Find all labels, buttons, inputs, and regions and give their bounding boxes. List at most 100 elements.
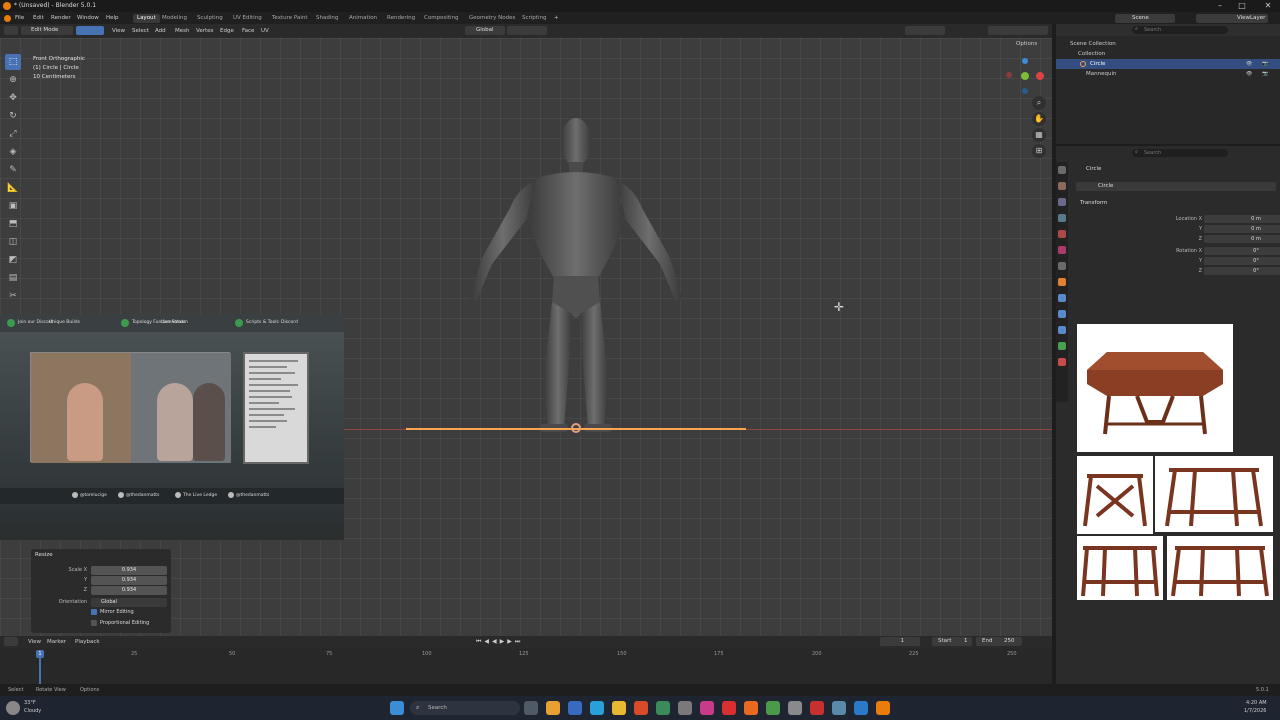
workspace-tab-layout[interactable]: Layout: [133, 14, 160, 23]
timeline-editor-type-icon[interactable]: [4, 637, 18, 646]
workspace-tab-rendering[interactable]: Rendering: [383, 14, 419, 23]
workspace-tab-scripting[interactable]: Scripting: [518, 14, 550, 23]
transform-orientation-dropdown[interactable]: Global: [465, 26, 505, 35]
knife-tool-icon[interactable]: ✂: [5, 288, 21, 304]
extrude-tool-icon[interactable]: ⬒: [5, 216, 21, 232]
app-icon[interactable]: [788, 701, 802, 715]
outliner-row-mannequin[interactable]: Mannequin 👁 📷: [1056, 69, 1280, 79]
location-x-field[interactable]: 0 m: [1204, 215, 1280, 223]
face-menu[interactable]: Face: [242, 28, 254, 34]
clock-time[interactable]: 4:20 AM: [1246, 700, 1267, 706]
workspace-tab-modeling[interactable]: Modeling: [158, 14, 191, 23]
select-mode-buttons[interactable]: [76, 26, 104, 35]
view-menu[interactable]: View: [112, 28, 125, 34]
file-explorer-icon[interactable]: [612, 701, 626, 715]
app-icon[interactable]: [590, 701, 604, 715]
app-icon[interactable]: [634, 701, 648, 715]
workspace-tab-geometry-nodes[interactable]: Geometry Nodes: [465, 14, 519, 23]
cursor-tool-icon[interactable]: ⊕: [5, 72, 21, 88]
rotation-x-field[interactable]: 0°: [1204, 247, 1280, 255]
task-view-icon[interactable]: [524, 701, 538, 715]
minimize-icon[interactable]: –: [1210, 0, 1230, 12]
tool-tab-icon[interactable]: [1058, 166, 1066, 174]
steam-icon[interactable]: [854, 701, 868, 715]
timeline-view-menu[interactable]: View: [28, 639, 41, 645]
outliner-row-scene-collection[interactable]: Scene Collection: [1056, 39, 1280, 49]
render-tab-icon[interactable]: [1058, 182, 1066, 190]
close-icon[interactable]: ✕: [1258, 0, 1278, 12]
menu-window[interactable]: Window: [77, 15, 99, 21]
workspace-tab-animation[interactable]: Animation: [345, 14, 381, 23]
app-icon[interactable]: [656, 701, 670, 715]
select-menu[interactable]: Select: [132, 28, 149, 34]
mannequin-mesh[interactable]: [440, 108, 712, 438]
menu-edit[interactable]: Edit: [33, 15, 44, 21]
navigation-gizmo[interactable]: [1004, 56, 1046, 98]
add-cube-tool-icon[interactable]: ▣: [5, 198, 21, 214]
transform-section-header[interactable]: Transform: [1080, 200, 1107, 206]
edge-menu[interactable]: Edge: [220, 28, 234, 34]
rotate-tool-icon[interactable]: ↻: [5, 108, 21, 124]
uv-menu[interactable]: UV: [261, 28, 269, 34]
render-camera-icon[interactable]: 📷: [1262, 71, 1268, 77]
view-layer-tab-icon[interactable]: [1058, 214, 1066, 222]
menu-file[interactable]: File: [15, 15, 24, 21]
app-icon[interactable]: [832, 701, 846, 715]
workspace-tab-texture-paint[interactable]: Texture Paint: [268, 14, 312, 23]
brave-icon[interactable]: [744, 701, 758, 715]
outliner-row-circle[interactable]: Circle 👁 📷: [1056, 59, 1280, 69]
object-origin-icon[interactable]: [571, 423, 581, 433]
properties-search-input[interactable]: ⌕ Search: [1132, 149, 1228, 157]
outliner-search-input[interactable]: ⌕ Search: [1132, 26, 1228, 34]
end-frame-field[interactable]: End 250: [976, 637, 1022, 646]
taskbar-search[interactable]: ⌕ Search: [410, 701, 520, 715]
vertex-menu[interactable]: Vertex: [196, 28, 214, 34]
scale-tool-icon[interactable]: ⤢: [5, 126, 21, 142]
scale-x-field[interactable]: 0.934: [91, 566, 167, 575]
x-axis-icon[interactable]: [1036, 72, 1044, 80]
current-frame-field[interactable]: 1: [880, 637, 920, 646]
editor-type-icon[interactable]: [4, 26, 18, 35]
windows-start-icon[interactable]: [390, 701, 404, 715]
timeline-area[interactable]: 25 50 75 100 125 150 175 200 225 250 1: [0, 648, 1052, 684]
transform-tool-icon[interactable]: ◈: [5, 144, 21, 160]
playback-controls[interactable]: ⏮◀◀▶▶⏭: [476, 638, 560, 646]
mirror-editing-checkbox[interactable]: Mirror Editing: [91, 609, 134, 615]
rotation-y-field[interactable]: 0°: [1204, 257, 1280, 265]
opera-icon[interactable]: [722, 701, 736, 715]
zoom-icon[interactable]: ⌕: [1032, 96, 1046, 110]
timeline-playback-menu[interactable]: Playback: [75, 639, 100, 645]
select-box-tool-icon[interactable]: ⬚: [5, 54, 21, 70]
physics-tab-icon[interactable]: [1058, 326, 1066, 334]
neg-z-axis-icon[interactable]: [1022, 88, 1028, 94]
measure-tool-icon[interactable]: 📐: [5, 180, 21, 196]
material-tab-icon[interactable]: [1058, 358, 1066, 366]
app-icon[interactable]: [700, 701, 714, 715]
collection-tab-icon[interactable]: [1058, 262, 1066, 270]
weather-icon[interactable]: [6, 701, 20, 715]
operator-title[interactable]: Resize: [35, 552, 53, 558]
app-icon[interactable]: [546, 701, 560, 715]
menu-help[interactable]: Help: [106, 15, 119, 21]
blender-taskbar-icon[interactable]: [876, 701, 890, 715]
mirror-axis-buttons[interactable]: [966, 40, 1012, 48]
add-menu[interactable]: Add: [155, 28, 166, 34]
scale-z-field[interactable]: 0.934: [91, 586, 167, 595]
add-workspace-button[interactable]: +: [554, 15, 559, 21]
mode-selector[interactable]: Edit Mode: [21, 26, 73, 35]
annotate-tool-icon[interactable]: ✎: [5, 162, 21, 178]
bevel-tool-icon[interactable]: ◩: [5, 252, 21, 268]
app-icon[interactable]: [568, 701, 582, 715]
particles-tab-icon[interactable]: [1058, 310, 1066, 318]
overlay-controls[interactable]: [905, 26, 945, 35]
workspace-tab-compositing[interactable]: Compositing: [420, 14, 462, 23]
timeline-marker-menu[interactable]: Marker: [47, 639, 66, 645]
modifier-tab-icon[interactable]: [1058, 294, 1066, 302]
pan-hand-icon[interactable]: ✋: [1032, 112, 1046, 126]
outliner-row-collection[interactable]: Collection: [1056, 49, 1280, 59]
shading-mode-buttons[interactable]: [988, 26, 1048, 35]
start-frame-field[interactable]: Start 1: [932, 637, 972, 646]
chrome-icon[interactable]: [766, 701, 780, 715]
location-y-field[interactable]: 0 m: [1204, 225, 1280, 233]
workspace-tab-sculpting[interactable]: Sculpting: [193, 14, 227, 23]
